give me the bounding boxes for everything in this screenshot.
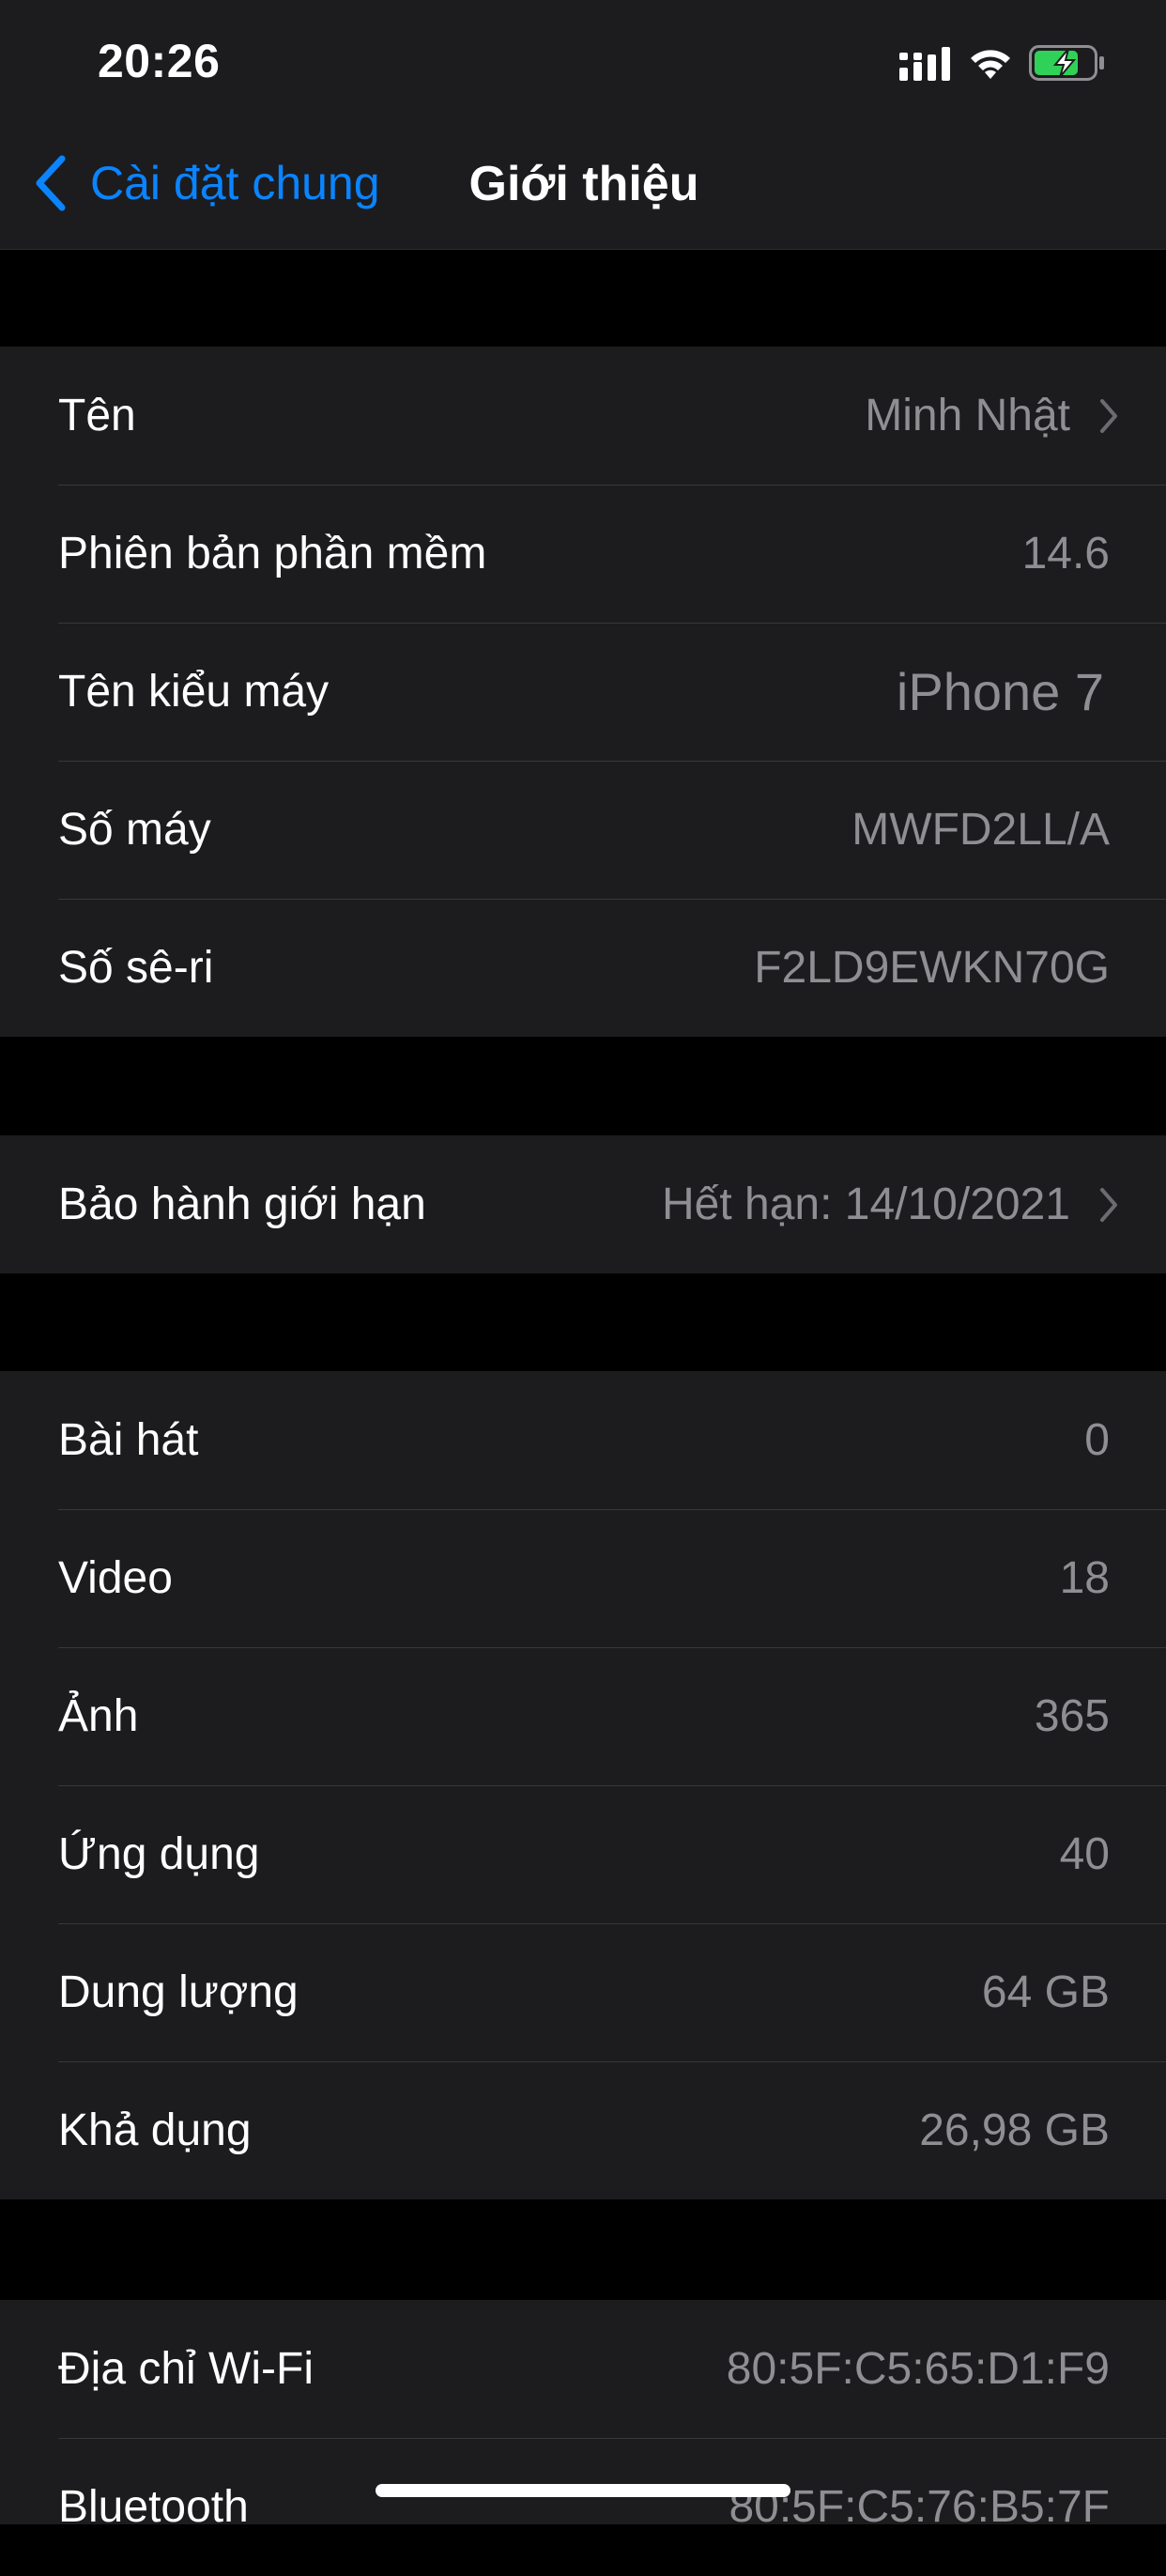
row-videos: Video 18: [0, 1509, 1166, 1647]
row-model-number: Số máy MWFD2LL/A: [0, 761, 1166, 899]
row-label: Địa chỉ Wi-Fi: [58, 2344, 314, 2394]
row-capacity: Dung lượng 64 GB: [0, 1923, 1166, 2061]
home-indicator[interactable]: [376, 2484, 790, 2497]
warranty-group: Bảo hành giới hạn Hết hạn: 14/10/2021: [0, 1135, 1166, 1273]
signal-icon: [899, 47, 950, 81]
navigation-bar: 20:26 Cài đặt chung Giới thiệu: [0, 0, 1166, 250]
row-value: Hết hạn: 14/10/2021: [661, 1180, 1070, 1229]
row-value: 14.6: [1021, 529, 1110, 578]
row-label: Số máy: [58, 805, 211, 855]
row-value: 0: [1084, 1415, 1110, 1465]
row-bluetooth: Bluetooth 80:5F:C5:76:B5:7F: [0, 2438, 1166, 2576]
row-value: Minh Nhật: [865, 391, 1070, 440]
row-label: Tên kiểu máy: [58, 667, 330, 717]
row-available: Khả dụng 26,98 GB: [0, 2061, 1166, 2199]
chevron-right-icon: [1100, 1187, 1117, 1222]
page-title: Giới thiệu: [468, 157, 699, 211]
status-time: 20:26: [98, 35, 221, 87]
media-count-group: Bài hát 0 Video 18 Ảnh 365 Ứng dụng 40 D…: [0, 1371, 1166, 2199]
row-value: 18: [1059, 1553, 1110, 1603]
row-label: Bảo hành giới hạn: [58, 1180, 426, 1229]
row-wifi-address: Địa chỉ Wi-Fi 80:5F:C5:65:D1:F9: [0, 2300, 1166, 2438]
row-value: 26,98 GB: [919, 2106, 1110, 2155]
row-software-version: Phiên bản phần mềm 14.6: [0, 485, 1166, 623]
row-value: 64 GB: [981, 1967, 1110, 2017]
row-value: 365: [1034, 1691, 1110, 1741]
row-label: Phiên bản phần mềm: [58, 529, 487, 578]
row-warranty[interactable]: Bảo hành giới hạn Hết hạn: 14/10/2021: [0, 1135, 1166, 1273]
row-value: F2LD9EWKN70G: [754, 943, 1110, 993]
row-label: Số sê-ri: [58, 943, 214, 993]
row-label: Ứng dụng: [58, 1829, 260, 1879]
row-model-name: Tên kiểu máy iPhone 7: [0, 623, 1166, 761]
wifi-icon: [971, 50, 1010, 79]
row-photos: Ảnh 365: [0, 1647, 1166, 1785]
row-label: Bài hát: [58, 1415, 199, 1465]
device-info-group: Tên Minh Nhật Phiên bản phần mềm 14.6 Tê…: [0, 347, 1166, 1037]
row-value: 40: [1059, 1829, 1110, 1879]
row-label: Khả dụng: [58, 2106, 252, 2155]
row-label: Ảnh: [58, 1691, 139, 1741]
row-label: Dung lượng: [58, 1967, 299, 2017]
row-songs: Bài hát 0: [0, 1371, 1166, 1509]
row-serial-number: Số sê-ri F2LD9EWKN70G: [0, 899, 1166, 1037]
row-apps: Ứng dụng 40: [0, 1785, 1166, 1923]
row-label: Tên: [58, 391, 136, 440]
battery-charging-icon: [1029, 45, 1104, 81]
row-value: iPhone 7: [896, 662, 1104, 721]
row-value: 80:5F:C5:65:D1:F9: [726, 2344, 1110, 2394]
row-label: Video: [58, 1553, 173, 1603]
row-value: MWFD2LL/A: [851, 805, 1110, 855]
chevron-right-icon: [1100, 398, 1117, 433]
row-name[interactable]: Tên Minh Nhật: [0, 347, 1166, 485]
